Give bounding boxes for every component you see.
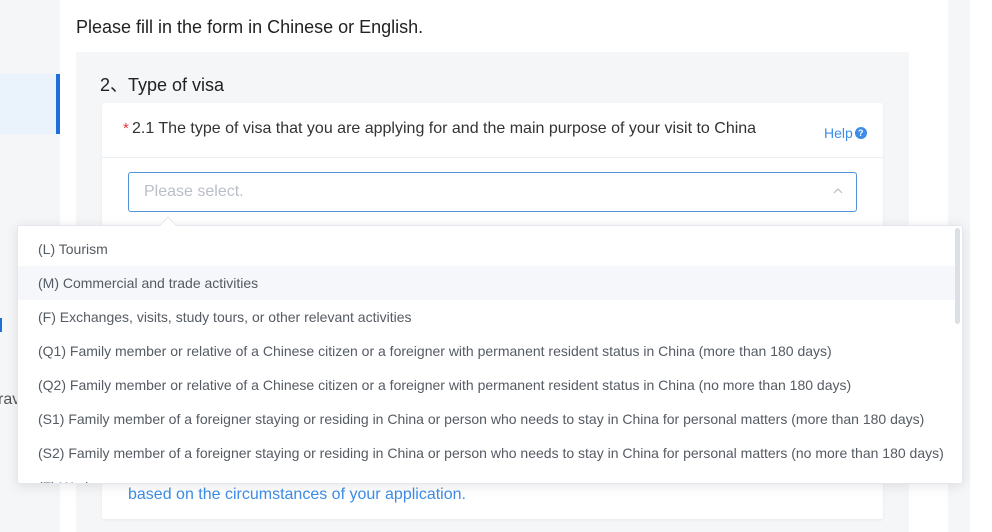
help-link[interactable]: Help ? (824, 125, 867, 141)
dropdown-option-list: (L) Tourism (M) Commercial and trade act… (18, 232, 956, 483)
dropdown-scrollbar-thumb[interactable] (955, 228, 960, 324)
left-nav-active-indicator (56, 74, 60, 134)
visa-type-dropdown: (L) Tourism (M) Commercial and trade act… (17, 225, 963, 484)
left-nav-marker (0, 318, 2, 332)
left-nav-active-item[interactable] (0, 74, 60, 134)
help-icon: ? (854, 127, 867, 139)
question-label: 2.1 The type of visa that you are applyi… (132, 120, 757, 137)
form-intro-text: Please fill in the form in Chinese or En… (76, 17, 424, 37)
dropdown-option[interactable]: (Z) Work (18, 470, 956, 483)
required-mark: * (123, 120, 129, 137)
chevron-up-icon (833, 188, 843, 194)
help-label: Help (824, 125, 853, 141)
dropdown-option[interactable]: (Q1) Family member or relative of a Chin… (18, 334, 956, 368)
select-placeholder: Please select. (144, 183, 244, 200)
dropdown-option[interactable]: (L) Tourism (18, 232, 956, 266)
visa-type-select[interactable]: Please select. (128, 172, 857, 212)
note-text: based on the circumstances of your appli… (128, 486, 466, 503)
dropdown-option[interactable]: (F) Exchanges, visits, study tours, or o… (18, 300, 956, 334)
dropdown-option[interactable]: (Q2) Family member or relative of a Chin… (18, 368, 956, 402)
section-title: 2、Type of visa (100, 75, 225, 95)
dropdown-option[interactable]: (S1) Family member of a foreigner stayin… (18, 402, 956, 436)
right-edge (970, 0, 992, 532)
dropdown-option[interactable]: (S2) Family member of a foreigner stayin… (18, 436, 956, 470)
dropdown-option[interactable]: (M) Commercial and trade activities (18, 266, 956, 300)
